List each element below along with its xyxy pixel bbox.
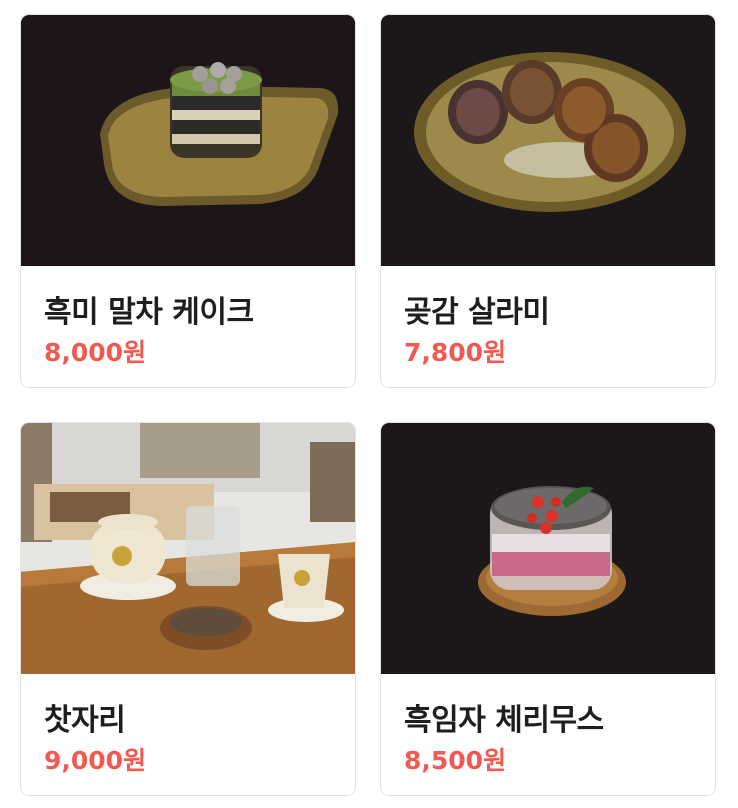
product-price: 8,500원 [404,746,507,775]
product-image [21,423,355,674]
product-image [381,423,715,674]
product-name: 흑임자 체리무스 [404,703,604,738]
product-card[interactable]: 흑미 말차 케이크 8,000원 [20,14,356,388]
product-card[interactable]: 흑임자 체리무스 8,500원 [380,422,716,796]
product-card[interactable]: 곶감 살라미 7,800원 [380,14,716,388]
product-grid: 흑미 말차 케이크 8,000원 곶감 살라미 7,800원 찻자리 9,000… [0,0,738,808]
product-card[interactable]: 찻자리 9,000원 [20,422,356,796]
product-price: 9,000원 [44,746,147,775]
product-name: 흑미 말차 케이크 [44,295,254,330]
product-name: 곶감 살라미 [404,295,550,330]
product-image [21,15,355,266]
product-image [381,15,715,266]
product-name: 찻자리 [44,703,126,738]
product-price: 8,000원 [44,338,147,367]
product-price: 7,800원 [404,338,507,367]
